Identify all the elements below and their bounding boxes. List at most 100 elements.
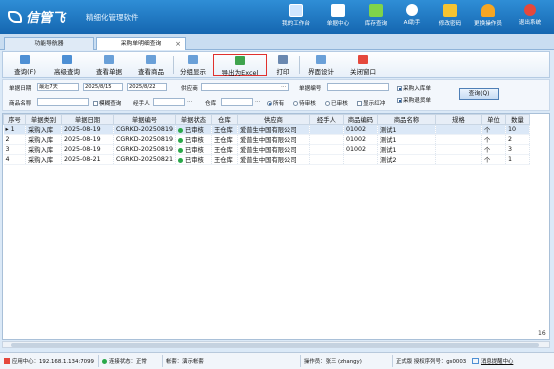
query-button[interactable]: 查询(F) [5,54,45,76]
logo-mark-icon [8,11,22,23]
supplier-label: 供应商 [181,86,198,92]
tab-close-icon[interactable]: × [175,38,181,50]
status-divider [162,355,163,367]
change-password-label: 修改密码 [438,21,462,27]
status-divider [392,355,393,367]
col-header[interactable]: 经手人 [308,114,344,125]
warehouse-picker-button[interactable]: ... [255,98,260,104]
tab-purchase-detail-query[interactable]: 采购单明细查询 × [96,37,186,50]
query-submit-button[interactable]: 查询(Q) [459,88,499,100]
horizontal-scrollbar[interactable] [2,341,550,348]
doc-no-input[interactable] [327,83,389,91]
cell-index: 4 [3,154,26,165]
close-window-button[interactable]: 关闭窗口 [343,54,383,76]
advanced-search-icon [62,55,72,64]
status-text: 已审核 [184,147,204,154]
handler-picker-button[interactable]: ... [187,98,192,104]
total-qty: 16 [538,330,546,337]
supplier-picker-button[interactable]: ... [281,83,286,89]
ai-assistant-label: AI助手 [403,20,421,26]
exit-system-button[interactable]: 退出系统 [510,2,550,32]
message-center-link[interactable]: 消息提醒中心 [472,357,513,365]
cell-handler [309,124,344,135]
index-text: 1 [10,126,15,133]
radio-audited[interactable]: 已审核 [325,99,348,107]
results-table: 序号 单据类别 单据日期 单据编号 单据状态 仓库 供应商 经手人 商品编码 商… [3,114,530,165]
scrollbar-thumb[interactable] [11,343,539,347]
connection-text: 连接状态：正常 [109,359,147,365]
index-text: 2 [5,136,10,143]
table-row[interactable]: 4 采购入库 2025-08-21 CGRKD-20250821 已审核 王仓库… [3,154,530,165]
status-text: 已审核 [184,127,204,134]
col-header[interactable]: 单据编号 [113,114,176,125]
print-button[interactable]: 打印 [269,54,297,76]
col-header[interactable]: 单位 [480,114,506,125]
date-to-input[interactable]: 2025/8/22 [127,83,167,91]
query-label: 查询(F) [14,68,36,76]
message-icon [472,358,479,364]
table-row[interactable]: 3 采购入库 2025-08-19 CGRKD-20250819 已审核 王仓库… [3,144,530,155]
cell-warehouse: 王仓库 [211,144,238,155]
inventory-query-button[interactable]: 库存查询 [356,2,396,32]
table-row[interactable]: 2 采购入库 2025-08-19 CGRKD-20250819 已审核 王仓库… [3,134,530,145]
ai-assistant-button[interactable]: AI助手 [392,2,432,32]
cell-unit: 个 [481,124,506,135]
group-display-button[interactable]: 分组显示 [175,54,211,76]
advanced-query-button[interactable]: 高级查询 [47,54,87,76]
toolbar-separator [173,56,174,74]
col-header[interactable]: 序号 [3,114,26,125]
cell-unit: 个 [481,154,506,165]
show-red-checkbox[interactable]: 显示红冲 [357,99,385,107]
col-header[interactable]: 单据日期 [61,114,114,125]
user-icon [481,4,495,17]
warehouse-input[interactable] [221,98,253,106]
tab-function-navigator[interactable]: 功能导航器 [4,37,94,50]
document-icon [104,55,114,64]
chk-purchase-return[interactable]: 采购退货单 [397,96,431,104]
col-header[interactable]: 仓库 [210,114,238,125]
col-header[interactable]: 单据类别 [25,114,62,125]
checkbox-checked-icon [397,98,402,103]
product-icon [146,55,156,64]
export-excel-button[interactable]: 导出为Excel [213,54,267,77]
workbench-button[interactable]: 我的工作台 [276,2,316,32]
view-document-button[interactable]: 查看单据 [89,54,129,76]
supplier-input[interactable] [201,83,289,91]
date-range-select[interactable]: 最近7天 [37,83,79,91]
checkbox-checked-icon [397,86,402,91]
col-header[interactable]: 单据状态 [174,114,212,125]
col-header[interactable]: 供应商 [236,114,310,125]
cell-spec [435,124,482,135]
product-input[interactable] [37,98,89,106]
status-dot-icon [177,148,183,153]
table-row[interactable]: ▸ 1 采购入库 2025-08-19 CGRKD-20250819 已审核 王… [3,124,530,135]
change-password-button[interactable]: 修改密码 [430,2,470,32]
cell-code [343,154,378,165]
handler-input[interactable] [153,98,185,106]
cell-supplier: 爱普生中国有限公司 [237,134,310,145]
radio-unaudited[interactable]: 待审核 [293,99,316,107]
date-from-input[interactable]: 2025/8/15 [83,83,123,91]
fuzzy-query-checkbox[interactable]: 模糊查询 [93,99,121,107]
radio-label: 待审核 [299,101,316,107]
search-icon [20,55,30,64]
col-header[interactable]: 规格 [434,114,482,125]
col-header[interactable]: 数量 [504,114,530,125]
cell-type: 采购入库 [25,144,62,155]
interface-design-button[interactable]: 界面设计 [301,54,341,76]
radio-all[interactable]: 所有 [267,99,284,107]
cell-status: 已审核 [175,134,212,145]
app-slogan: 精细化管理软件 [86,13,139,22]
document-center-button[interactable]: 单据中心 [318,2,358,32]
col-header[interactable]: 商品编码 [342,114,378,125]
tab-label: 功能导航器 [34,41,64,47]
app-center-status: 应用中心：192.168.1.134:7099 [4,357,94,365]
cell-qty: 10 [505,124,530,135]
chk-purchase-in[interactable]: 采购入库单 [397,84,431,92]
radio-label: 已审核 [331,101,348,107]
cell-name: 测试1 [377,124,436,135]
col-header[interactable]: 商品名称 [376,114,436,125]
close-window-label: 关闭窗口 [350,68,376,76]
switch-operator-button[interactable]: 更换操作员 [468,2,508,32]
view-product-button[interactable]: 查看商品 [131,54,171,76]
